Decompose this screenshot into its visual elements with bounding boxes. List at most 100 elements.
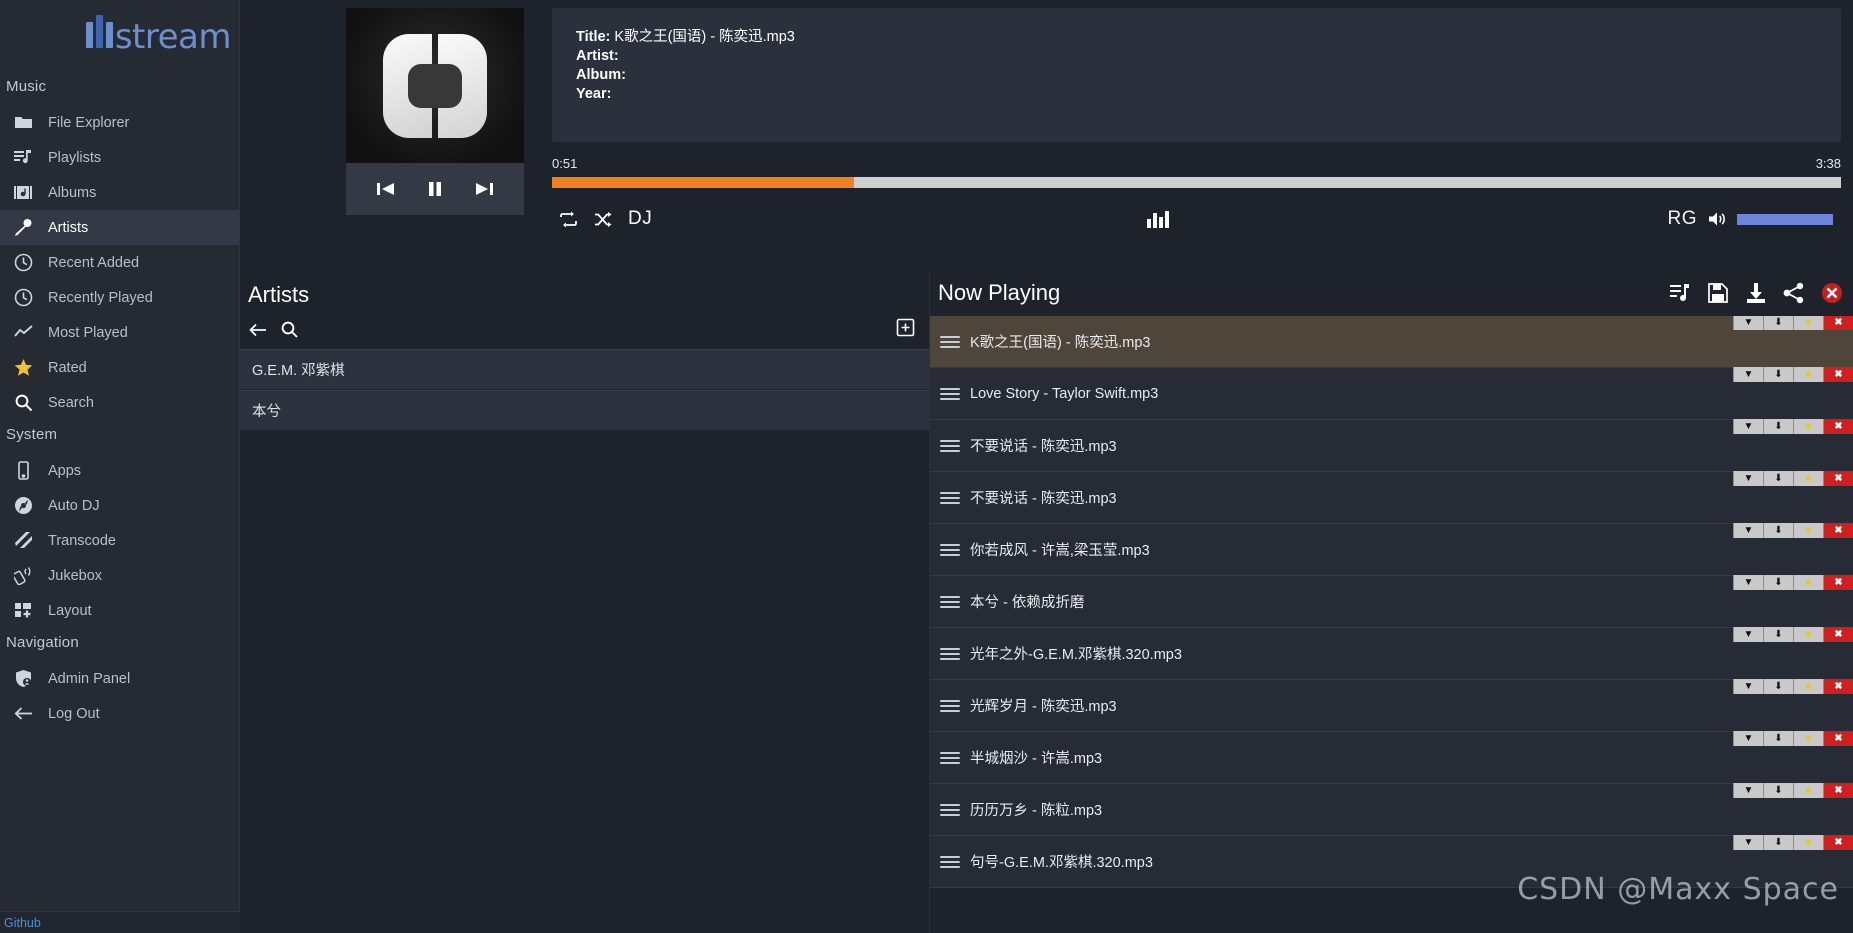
- drag-handle-icon[interactable]: [940, 853, 960, 871]
- search-icon[interactable]: [280, 320, 299, 339]
- sidebar-item-auto-dj[interactable]: Auto DJ: [0, 488, 239, 523]
- dropdown-icon[interactable]: ▼: [1733, 471, 1763, 486]
- remove-icon[interactable]: ✖: [1823, 783, 1853, 798]
- save-icon[interactable]: [1707, 282, 1729, 304]
- drag-handle-icon[interactable]: [940, 801, 960, 819]
- download-icon[interactable]: ⬇: [1763, 471, 1793, 486]
- remove-icon[interactable]: ✖: [1823, 471, 1853, 486]
- download-icon[interactable]: ⬇: [1763, 575, 1793, 590]
- remove-icon[interactable]: ✖: [1823, 367, 1853, 382]
- dropdown-icon[interactable]: ▼: [1733, 367, 1763, 382]
- sidebar-item-admin-panel[interactable]: Admin Panel: [0, 661, 239, 696]
- star-icon[interactable]: ★: [1793, 367, 1823, 382]
- track-row[interactable]: 半城烟沙 - 许嵩.mp3 ▼ ⬇ ★ ✖: [930, 731, 1853, 784]
- download-icon[interactable]: ⬇: [1763, 523, 1793, 538]
- drag-handle-icon[interactable]: [940, 697, 960, 715]
- sidebar-item-rated[interactable]: Rated: [0, 350, 239, 385]
- track-row[interactable]: K歌之王(国语) - 陈奕迅.mp3 ▼ ⬇ ★ ✖: [930, 316, 1853, 368]
- drag-handle-icon[interactable]: [940, 385, 960, 403]
- star-icon[interactable]: ★: [1793, 419, 1823, 434]
- download-icon[interactable]: [1745, 282, 1767, 304]
- equalizer-icon[interactable]: [1146, 209, 1174, 229]
- sidebar-item-recent-added[interactable]: Recent Added: [0, 245, 239, 280]
- download-icon[interactable]: ⬇: [1763, 783, 1793, 798]
- drag-handle-icon[interactable]: [940, 489, 960, 507]
- dropdown-icon[interactable]: ▼: [1733, 575, 1763, 590]
- drag-handle-icon[interactable]: [940, 749, 960, 767]
- remove-icon[interactable]: ✖: [1823, 316, 1853, 330]
- volume-slider[interactable]: [1737, 213, 1833, 225]
- repeat-icon[interactable]: [558, 210, 579, 229]
- track-row[interactable]: Love Story - Taylor Swift.mp3 ▼ ⬇ ★ ✖: [930, 367, 1853, 420]
- remove-icon[interactable]: ✖: [1823, 419, 1853, 434]
- track-row[interactable]: 光年之外-G.E.M.邓紫棋.320.mp3 ▼ ⬇ ★ ✖: [930, 627, 1853, 680]
- sidebar-item-most-played[interactable]: Most Played: [0, 315, 239, 350]
- remove-icon[interactable]: ✖: [1823, 523, 1853, 538]
- drag-handle-icon[interactable]: [940, 541, 960, 559]
- remove-icon[interactable]: ✖: [1823, 835, 1853, 850]
- drag-handle-icon[interactable]: [940, 645, 960, 663]
- track-row[interactable]: 光辉岁月 - 陈奕迅.mp3 ▼ ⬇ ★ ✖: [930, 679, 1853, 732]
- drag-handle-icon[interactable]: [940, 437, 960, 455]
- sidebar-item-playlists[interactable]: Playlists: [0, 140, 239, 175]
- app-logo[interactable]: stream: [0, 0, 239, 72]
- star-icon[interactable]: ★: [1793, 679, 1823, 694]
- sidebar-item-search[interactable]: Search: [0, 385, 239, 420]
- download-icon[interactable]: ⬇: [1763, 367, 1793, 382]
- star-icon[interactable]: ★: [1793, 835, 1823, 850]
- sidebar-item-transcode[interactable]: Transcode: [0, 523, 239, 558]
- dropdown-icon[interactable]: ▼: [1733, 523, 1763, 538]
- replay-gain-button[interactable]: RG: [1668, 208, 1698, 230]
- dropdown-icon[interactable]: ▼: [1733, 731, 1763, 746]
- next-track-button[interactable]: [473, 179, 495, 199]
- track-row[interactable]: 你若成风 - 许嵩,梁玉莹.mp3 ▼ ⬇ ★ ✖: [930, 523, 1853, 576]
- star-icon[interactable]: ★: [1793, 627, 1823, 642]
- sidebar-item-albums[interactable]: Albums: [0, 175, 239, 210]
- drag-handle-icon[interactable]: [940, 593, 960, 611]
- download-icon[interactable]: ⬇: [1763, 731, 1793, 746]
- sidebar-item-layout[interactable]: Layout: [0, 593, 239, 628]
- track-row[interactable]: 句号-G.E.M.邓紫棋.320.mp3 ▼ ⬇ ★ ✖: [930, 835, 1853, 888]
- star-icon[interactable]: ★: [1793, 783, 1823, 798]
- download-icon[interactable]: ⬇: [1763, 419, 1793, 434]
- star-icon[interactable]: ★: [1793, 575, 1823, 590]
- sidebar-item-jukebox[interactable]: Jukebox: [0, 558, 239, 593]
- dropdown-icon[interactable]: ▼: [1733, 419, 1763, 434]
- remove-icon[interactable]: ✖: [1823, 627, 1853, 642]
- dropdown-icon[interactable]: ▼: [1733, 679, 1763, 694]
- clear-playlist-icon[interactable]: [1821, 282, 1843, 304]
- star-icon[interactable]: ★: [1793, 316, 1823, 330]
- download-icon[interactable]: ⬇: [1763, 679, 1793, 694]
- remove-icon[interactable]: ✖: [1823, 679, 1853, 694]
- pause-button[interactable]: [425, 179, 445, 199]
- track-row[interactable]: 不要说话 - 陈奕迅.mp3 ▼ ⬇ ★ ✖: [930, 419, 1853, 472]
- auto-dj-button[interactable]: DJ: [628, 208, 652, 230]
- dropdown-icon[interactable]: ▼: [1733, 835, 1763, 850]
- drag-handle-icon[interactable]: [940, 333, 960, 351]
- artist-list-item[interactable]: 本兮: [240, 390, 929, 431]
- star-icon[interactable]: ★: [1793, 523, 1823, 538]
- track-row[interactable]: 不要说话 - 陈奕迅.mp3 ▼ ⬇ ★ ✖: [930, 471, 1853, 524]
- seek-bar[interactable]: [552, 177, 1841, 188]
- star-icon[interactable]: ★: [1793, 471, 1823, 486]
- github-link[interactable]: Github: [4, 916, 41, 930]
- back-arrow-icon[interactable]: [248, 321, 268, 339]
- add-to-playlist-icon[interactable]: [1669, 282, 1691, 304]
- sidebar-item-log-out[interactable]: Log Out: [0, 696, 239, 731]
- share-icon[interactable]: [1783, 282, 1805, 304]
- add-box-icon[interactable]: [896, 318, 915, 342]
- dropdown-icon[interactable]: ▼: [1733, 783, 1763, 798]
- sidebar-item-apps[interactable]: Apps: [0, 453, 239, 488]
- remove-icon[interactable]: ✖: [1823, 731, 1853, 746]
- dropdown-icon[interactable]: ▼: [1733, 316, 1763, 330]
- artist-list-item[interactable]: G.E.M. 邓紫棋: [240, 349, 929, 390]
- shuffle-icon[interactable]: [593, 210, 614, 229]
- previous-track-button[interactable]: [375, 179, 397, 199]
- dropdown-icon[interactable]: ▼: [1733, 627, 1763, 642]
- download-icon[interactable]: ⬇: [1763, 835, 1793, 850]
- speaker-icon[interactable]: [1707, 210, 1727, 228]
- download-icon[interactable]: ⬇: [1763, 316, 1793, 330]
- download-icon[interactable]: ⬇: [1763, 627, 1793, 642]
- sidebar-item-file-explorer[interactable]: File Explorer: [0, 105, 239, 140]
- sidebar-item-artists[interactable]: Artists: [0, 210, 239, 245]
